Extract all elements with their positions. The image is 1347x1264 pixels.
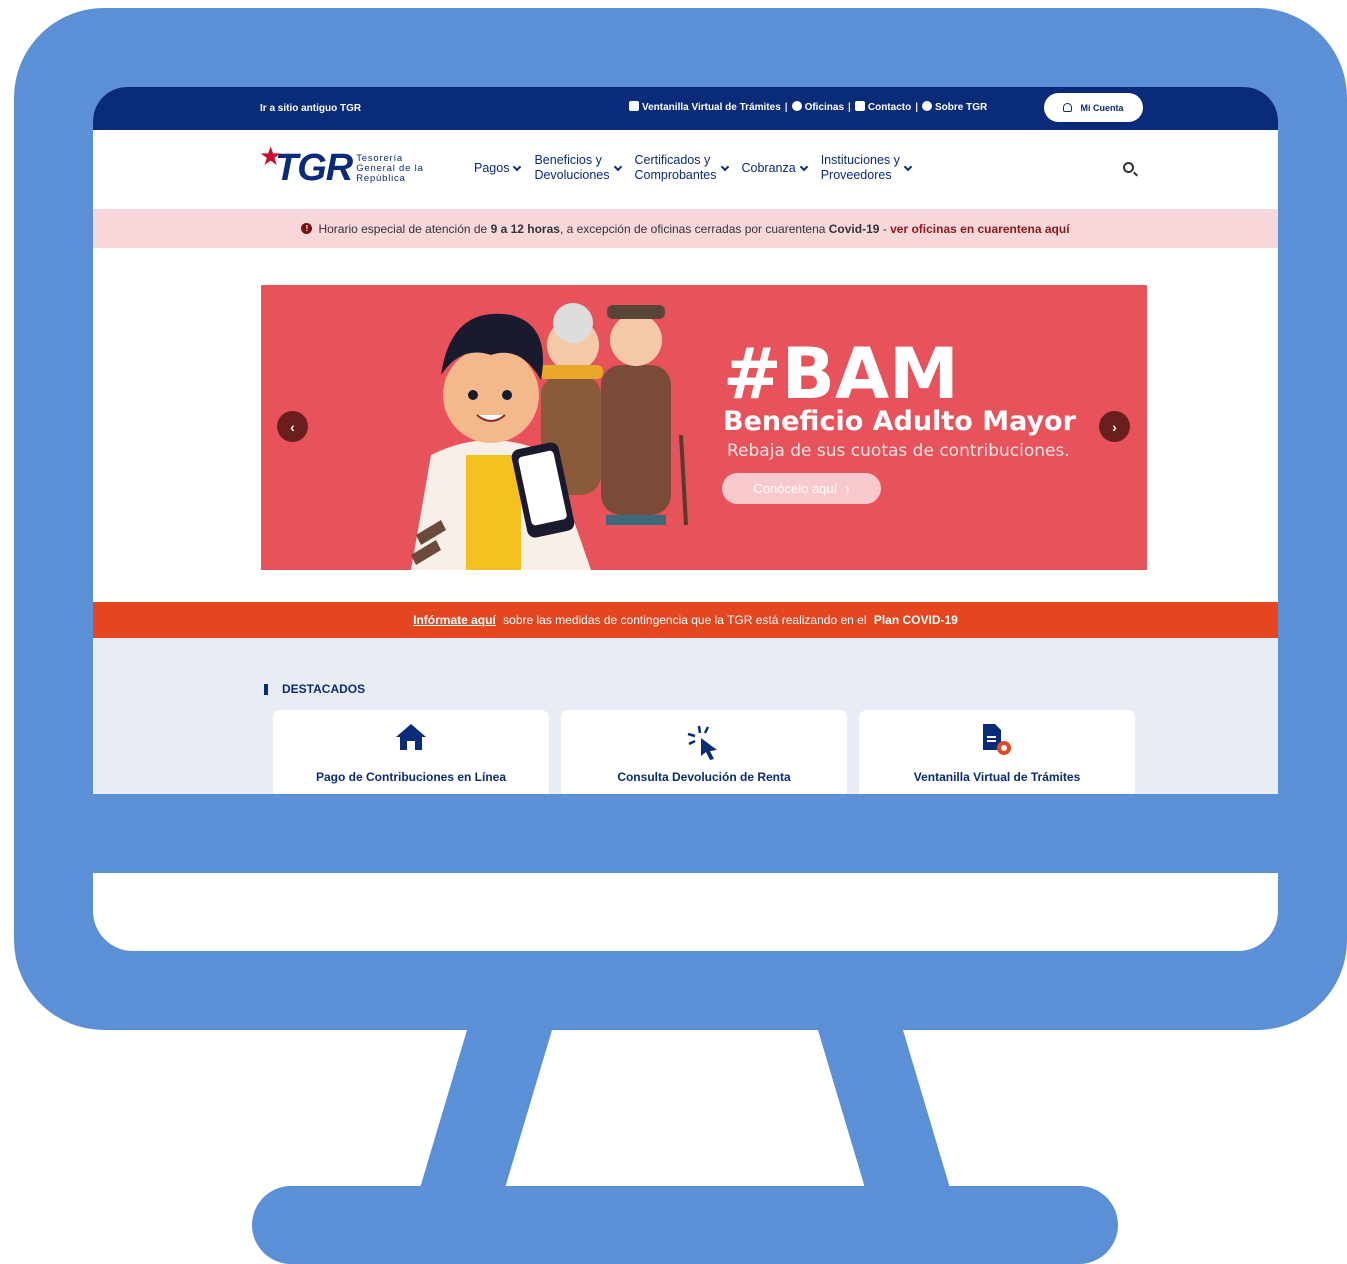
- monitor-chin: [93, 873, 1278, 951]
- section-title: DESTACADOS: [264, 682, 365, 696]
- chevron-down-icon: [513, 162, 522, 171]
- home-icon: [396, 724, 426, 750]
- alert-bar: ! Horario especial de atención de 9 a 12…: [93, 209, 1278, 248]
- logo-subtitle: Tesorería General de la República: [356, 152, 424, 184]
- card-devolucion-renta[interactable]: Consulta Devolución de Renta: [561, 710, 847, 794]
- old-site-link[interactable]: Ir a sitio antiguo TGR: [260, 103, 361, 114]
- top-bar: Ir a sitio antiguo TGR Ventanilla Virtua…: [93, 87, 1278, 130]
- nav-item-certificados[interactable]: Certificados y Comprobantes: [635, 153, 729, 183]
- chevron-down-icon: [799, 162, 808, 171]
- separator: |: [915, 101, 919, 113]
- top-links: Ventanilla Virtual de Trámites | Oficina…: [629, 101, 987, 113]
- nav-item-instituciones[interactable]: Instituciones y Proveedores: [821, 153, 913, 183]
- ventanilla-link[interactable]: Ventanilla Virtual de Trámites: [629, 101, 781, 113]
- document-icon: [629, 101, 639, 111]
- alert-text: Horario especial de atención de 9 a 12 h…: [318, 221, 1070, 236]
- covid-info-bar: Infórmate aquí sobre las medidas de cont…: [93, 602, 1278, 638]
- search-icon[interactable]: [1123, 162, 1134, 173]
- phone-icon: [854, 101, 865, 111]
- quarantine-link[interactable]: ver oficinas en cuarentena aquí: [890, 222, 1069, 236]
- help-icon: [922, 101, 933, 111]
- destacados-section: DESTACADOS Pago de Contribuciones en Lín…: [93, 638, 1278, 794]
- carousel-prev-button[interactable]: ‹: [277, 411, 308, 442]
- hero-banner[interactable]: ‹ › #BAM Beneficio Adulto Mayor Rebaja d…: [261, 285, 1147, 570]
- card-ventanilla-virtual[interactable]: Ventanilla Virtual de Trámites: [859, 710, 1135, 794]
- alert-icon: !: [301, 223, 313, 234]
- nav-menu: Pagos Beneficios y Devoluciones Certifica…: [474, 153, 913, 183]
- banner-subtitle: Rebaja de sus cuotas de contribuciones.: [727, 441, 1070, 461]
- banner-title: Beneficio Adulto Mayor: [723, 406, 1076, 437]
- main-nav: ★ TGR Tesorería General de la República …: [93, 130, 1278, 209]
- separator: |: [848, 101, 851, 113]
- banner-cta-button[interactable]: Conócelo aquí ›: [722, 473, 881, 504]
- chevron-down-icon: [613, 162, 622, 171]
- monitor-stand: [420, 1020, 950, 1188]
- my-account-button[interactable]: Mi Cuenta: [1044, 93, 1143, 122]
- card-label: Consulta Devolución de Renta: [617, 770, 791, 784]
- chevron-down-icon: [720, 162, 729, 171]
- cursor-click-icon: [687, 725, 717, 760]
- monitor-base: [252, 1186, 1118, 1264]
- title-bar: [264, 683, 268, 695]
- covid-plan-label: Plan COVID-19: [873, 613, 958, 627]
- card-label: Ventanilla Virtual de Trámites: [913, 770, 1081, 784]
- chevron-right-icon: ›: [845, 481, 850, 496]
- nav-item-cobranza[interactable]: Cobranza: [742, 161, 808, 176]
- card-pago-contribuciones[interactable]: Pago de Contribuciones en Línea: [273, 710, 549, 794]
- nav-item-pagos[interactable]: Pagos: [474, 161, 522, 176]
- covid-info-link[interactable]: Infórmate aquí: [413, 613, 496, 627]
- banner-illustration: [411, 303, 688, 570]
- chevron-down-icon: [903, 162, 913, 171]
- banner-hashtag: #BAM: [723, 333, 959, 415]
- sobre-tgr-link[interactable]: Sobre TGR: [922, 101, 987, 113]
- star-icon: ★: [259, 141, 283, 171]
- document-virus-icon: [983, 724, 1011, 755]
- card-label: Pago de Contribuciones en Línea: [315, 770, 507, 784]
- search-location-icon: [791, 101, 802, 111]
- carousel-next-button[interactable]: ›: [1099, 411, 1130, 442]
- tgr-logo[interactable]: ★ TGR Tesorería General de la República: [259, 141, 424, 190]
- user-icon: [1063, 103, 1073, 112]
- nav-item-beneficios[interactable]: Beneficios y Devoluciones: [534, 153, 622, 183]
- browser-screen: Ir a sitio antiguo TGR Ventanilla Virtua…: [93, 87, 1278, 794]
- oficinas-link[interactable]: Oficinas: [791, 101, 844, 113]
- contacto-link[interactable]: Contacto: [854, 101, 911, 113]
- separator: |: [784, 101, 788, 113]
